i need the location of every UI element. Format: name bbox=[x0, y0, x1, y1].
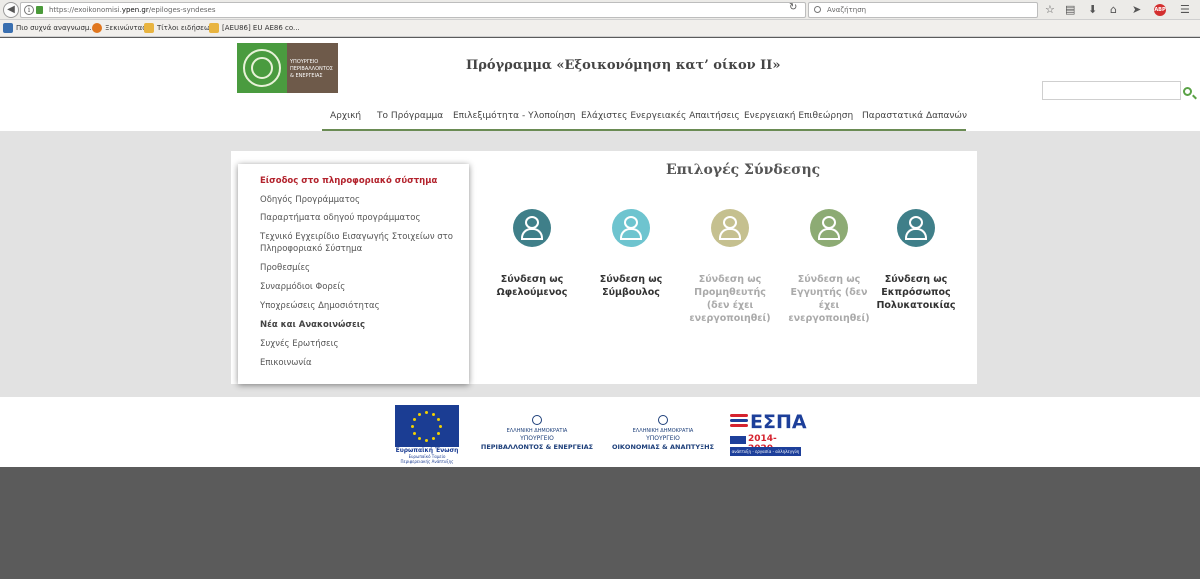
menu-item-expense-documents[interactable]: Παραστατικά Δαπανών bbox=[862, 111, 967, 121]
search-icon bbox=[814, 6, 821, 13]
search-icon[interactable] bbox=[1183, 87, 1192, 96]
home-icon[interactable]: ⌂ bbox=[1110, 3, 1117, 17]
menu-item-program[interactable]: Το Πρόγραμμα bbox=[377, 111, 443, 121]
menu-icon[interactable]: ☰ bbox=[1180, 3, 1190, 17]
login-building-rep-option[interactable]: Σύνδεση ως Εκπρόσωπος Πολυκατοικίας bbox=[861, 209, 971, 312]
sidebar-item-annexes[interactable]: Παραρτήματα οδηγού προγράμματος bbox=[260, 212, 420, 224]
bookmark-item[interactable]: Τίτλοι ειδήσεων bbox=[144, 23, 214, 34]
menu-item-eligibility[interactable]: Επιλεξιμότητα - Υλοποίηση bbox=[453, 111, 576, 121]
greek-emblem-icon bbox=[532, 415, 542, 425]
page-icon bbox=[3, 23, 13, 33]
menu-item-home[interactable]: Αρχική bbox=[330, 111, 361, 121]
info-icon[interactable]: i bbox=[24, 5, 34, 15]
browser-toolbar: ◀ i https://exoikonomisi.ypen.gr/epiloge… bbox=[0, 0, 1200, 20]
espa-logo: ΕΣΠΑ 2014-2020 ανάπτυξη - εργασία - αλλη… bbox=[730, 411, 807, 456]
sidebar-item-guide[interactable]: Οδηγός Προγράμματος bbox=[260, 194, 360, 206]
connection-options-title: Επιλογές Σύνδεσης bbox=[666, 162, 821, 178]
option-label[interactable]: Σύνδεση ως Εκπρόσωπος Πολυκατοικίας bbox=[861, 273, 971, 312]
espa-flag-icon bbox=[730, 414, 748, 430]
browser-search-placeholder: Αναζήτηση bbox=[827, 6, 867, 14]
download-icon[interactable]: ⬇ bbox=[1088, 3, 1097, 17]
main-menu: Αρχική Το Πρόγραμμα Επιλεξιμότητα - Υλοπ… bbox=[322, 106, 967, 131]
site-search-input[interactable] bbox=[1042, 81, 1181, 100]
folder-icon bbox=[209, 23, 219, 33]
sidebar-item-deadlines[interactable]: Προθεσμίες bbox=[260, 262, 310, 274]
send-icon[interactable]: ➤ bbox=[1132, 3, 1141, 17]
login-supplier-option: Σύνδεση ως Προμηθευτής (δεν έχει ενεργοποιη… bbox=[675, 209, 785, 325]
ministry-environment-logo: ΕΛΛΗΝΙΚΗ ΔΗΜΟΚΡΑΤΙΑ ΥΠΟΥΡΓΕΙΟ ΠΕΡΙΒΑΛΛΟΝ… bbox=[477, 415, 597, 452]
user-icon[interactable] bbox=[513, 209, 551, 247]
bookmarks-bar: Πιο συχνά αναγνωσμ... Ξεκινώντας Τίτλοι … bbox=[0, 20, 1200, 37]
bookmark-star-icon[interactable]: ☆ bbox=[1045, 3, 1055, 17]
menu-item-energy-inspection[interactable]: Ενεργειακή Επιθεώρηση bbox=[744, 111, 853, 121]
eu-flag-icon bbox=[395, 405, 459, 447]
option-label[interactable]: Σύνδεση ως Σύμβουλος bbox=[576, 273, 686, 299]
menu-item-min-requirements[interactable]: Ελάχιστες Ενεργειακές Απαιτήσεις bbox=[581, 111, 740, 121]
logo-emblem bbox=[237, 43, 287, 93]
option-label: Σύνδεση ως Προμηθευτής (δεν έχει ενεργοποιη… bbox=[689, 274, 771, 324]
bookmark-item[interactable]: Ξεκινώντας bbox=[92, 23, 146, 34]
sidebar-item-technical-manual[interactable]: Τεχνικό Εγχειρίδιο Εισαγωγής Στοιχείων σ… bbox=[260, 231, 453, 243]
site-header: ΥΠΟΥΡΓΕΙΟ ΠΕΡΙΒΑΛΛΟΝΤΟΣ & ΕΝΕΡΓΕΙΑΣ Πρόγ… bbox=[0, 38, 1200, 131]
page-bottom bbox=[0, 467, 1200, 579]
reload-icon[interactable]: ↻ bbox=[789, 2, 797, 13]
ministry-logo[interactable]: ΥΠΟΥΡΓΕΙΟ ΠΕΡΙΒΑΛΛΟΝΤΟΣ & ΕΝΕΡΓΕΙΑΣ bbox=[237, 43, 338, 93]
user-icon[interactable] bbox=[612, 209, 650, 247]
sidebar-item-login[interactable]: Είσοδος στο πληροφοριακό σύστημα bbox=[260, 175, 437, 187]
url-bar[interactable]: i https://exoikonomisi.ypen.gr/epiloges-… bbox=[20, 2, 806, 18]
sidebar-item-publicity[interactable]: Υποχρεώσεις Δημοσιότητας bbox=[260, 300, 380, 312]
adblock-icon[interactable]: ABP bbox=[1154, 4, 1166, 16]
bookmark-item[interactable]: [AEU86] EU AE86 co... bbox=[209, 23, 300, 34]
url-suffix: /epiloges-syndeses bbox=[148, 6, 216, 14]
greek-flag-icon bbox=[730, 436, 746, 444]
sidebar-item-contact[interactable]: Επικοινωνία bbox=[260, 357, 312, 369]
back-icon[interactable]: ◀ bbox=[3, 2, 19, 18]
user-icon bbox=[711, 209, 749, 247]
rss-folder-icon bbox=[144, 23, 154, 33]
sidebar-item-news[interactable]: Νέα και Ανακοινώσεις bbox=[260, 319, 365, 331]
sidebar-item-technical-manual-line2[interactable]: Πληροφοριακό Σύστημα bbox=[260, 243, 362, 255]
greek-emblem-icon bbox=[658, 415, 668, 425]
page-title: Πρόγραμμα «Εξοικονόμηση κατ’ οίκον ΙΙ» bbox=[466, 58, 781, 73]
logo-text: ΥΠΟΥΡΓΕΙΟ ΠΕΡΙΒΑΛΛΟΝΤΟΣ & ΕΝΕΡΓΕΙΑΣ bbox=[287, 43, 338, 93]
login-beneficiary-option[interactable]: Σύνδεση ως Ωφελούμενος bbox=[477, 209, 587, 299]
firefox-icon bbox=[92, 23, 102, 33]
login-consultant-option[interactable]: Σύνδεση ως Σύμβουλος bbox=[576, 209, 686, 299]
sidebar-item-agencies[interactable]: Συναρμόδιοι Φορείς bbox=[260, 281, 345, 293]
user-icon[interactable] bbox=[897, 209, 935, 247]
sidebar-item-faq[interactable]: Συχνές Ερωτήσεις bbox=[260, 338, 338, 350]
footer-logos: Ευρωπαϊκή Ένωση Ευρωπαϊκό Ταμείο Περιφερ… bbox=[0, 397, 1200, 467]
lock-icon bbox=[36, 6, 43, 14]
reading-list-icon[interactable]: ▤ bbox=[1065, 3, 1075, 17]
url-prefix: https://exoikonomisi. bbox=[49, 6, 122, 14]
eu-logo: Ευρωπαϊκή Ένωση Ευρωπαϊκό Ταμείο Περιφερ… bbox=[395, 405, 459, 467]
bookmark-item[interactable]: Πιο συχνά αναγνωσμ... bbox=[3, 23, 96, 34]
browser-search-input[interactable]: Αναζήτηση bbox=[808, 2, 1038, 18]
url-domain: ypen.gr bbox=[121, 6, 149, 14]
sidebar-menu: Είσοδος στο πληροφοριακό σύστημα Οδηγός … bbox=[238, 164, 469, 384]
user-icon bbox=[810, 209, 848, 247]
ministry-economy-logo: ΕΛΛΗΝΙΚΗ ΔΗΜΟΚΡΑΤΙΑ ΥΠΟΥΡΓΕΙΟ ΟΙΚΟΝΟΜΙΑΣ… bbox=[603, 415, 723, 452]
option-label[interactable]: Σύνδεση ως Ωφελούμενος bbox=[477, 273, 587, 299]
